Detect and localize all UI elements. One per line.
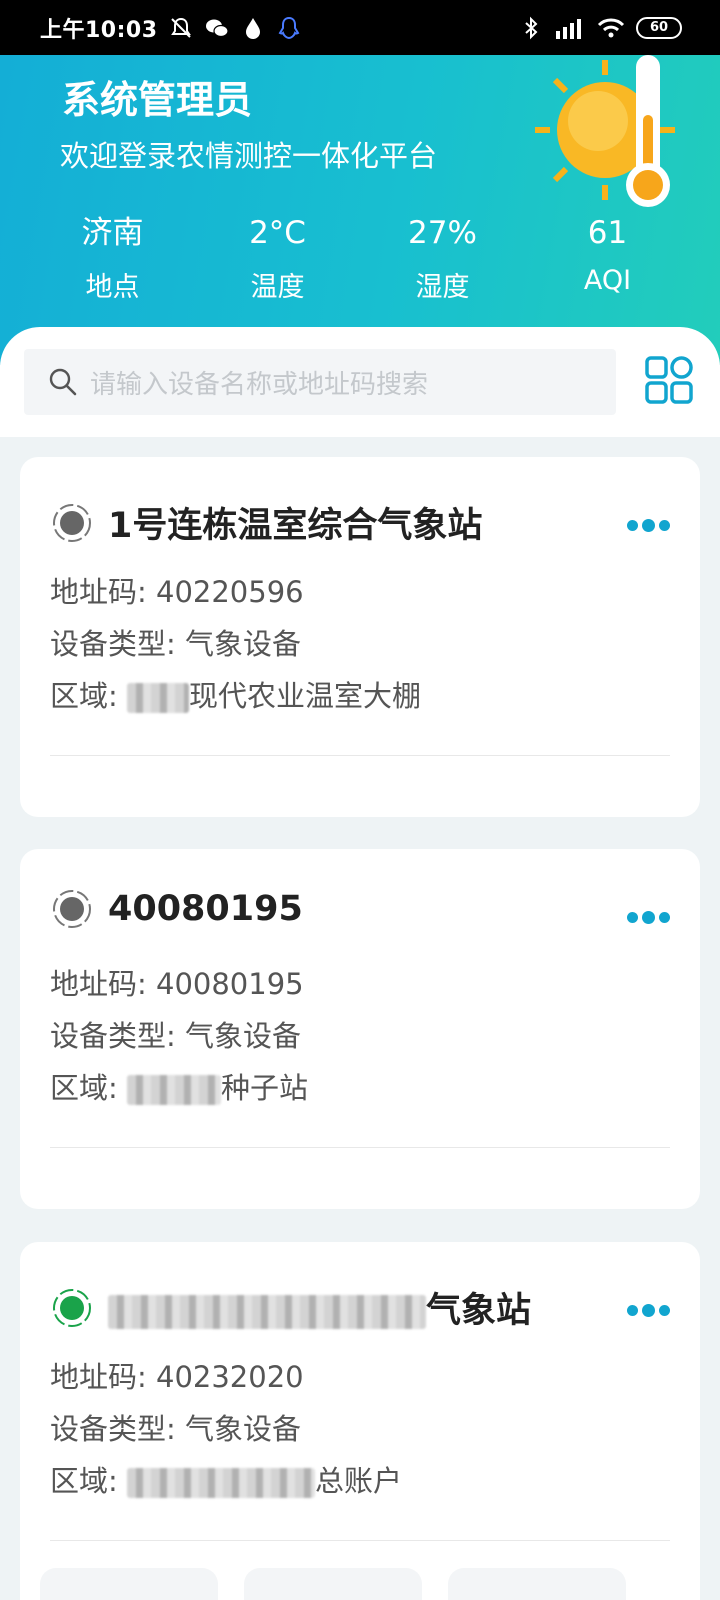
device-title-text: 气象站 (426, 1291, 532, 1331)
notifications-muted-icon (170, 17, 191, 38)
search-input[interactable]: 请输入设备名称或地址码搜索 (24, 349, 616, 415)
signal-icon (556, 18, 581, 39)
area-label: 区域: (50, 1071, 118, 1105)
stat-humidity: 27% 湿度 (360, 213, 525, 304)
wifi-icon (597, 18, 625, 37)
stat-temperature: 2°C 温度 (195, 213, 360, 304)
stat-label: AQI (583, 265, 632, 296)
stat-label: 温度 (250, 272, 305, 303)
user-name: 系统管理员 (62, 78, 253, 122)
device-type: 气象设备 (185, 1019, 302, 1053)
stat-value: 61 (587, 215, 628, 251)
redacted-text (127, 1468, 315, 1498)
qq-icon (278, 16, 299, 39)
device-card[interactable]: 1号连栋温室综合气象站 地址码: 40220596 设备类型: 气象设备 区域:… (20, 457, 700, 817)
card-action-button[interactable] (448, 1568, 626, 1600)
device-title: 气象站 (108, 1282, 531, 1333)
weather-stats: 济南 地点 2°C 温度 27% 湿度 61 AQI (30, 213, 690, 304)
stat-aqi: 61 AQI (525, 213, 690, 304)
device-area: 总账户 (315, 1464, 403, 1498)
address-label: 地址码: (50, 575, 147, 609)
device-type: 气象设备 (185, 1412, 302, 1446)
device-card[interactable]: 40080195 地址码: 40080195 设备类型: 气象设备 区域: 种子… (20, 849, 700, 1209)
card-action-button[interactable] (244, 1568, 422, 1600)
welcome-text: 欢迎登录农情测控一体化平台 (60, 139, 438, 173)
divider (50, 1540, 670, 1541)
device-title: 40080195 (108, 889, 303, 929)
device-address: 40220596 (156, 575, 304, 609)
water-drop-icon (245, 17, 260, 39)
more-options-icon[interactable] (627, 911, 670, 924)
status-online-icon (53, 1288, 91, 1327)
stat-label: 地点 (85, 272, 140, 303)
device-area: 种子站 (221, 1071, 309, 1105)
address-label: 地址码: (50, 1360, 147, 1394)
more-options-icon[interactable] (627, 1304, 670, 1317)
card-action-row (40, 1568, 626, 1600)
status-bar: 上午10:03 60 (0, 0, 720, 55)
wechat-icon (205, 19, 229, 37)
redacted-text (108, 1295, 426, 1329)
redacted-text (127, 683, 189, 713)
stat-value: 27% (408, 215, 477, 251)
area-label: 区域: (50, 1464, 118, 1498)
search-icon (49, 368, 77, 396)
stat-value: 济南 (81, 215, 144, 251)
search-bar-container: 请输入设备名称或地址码搜索 (0, 327, 720, 437)
device-address: 40232020 (156, 1360, 304, 1394)
device-type: 气象设备 (185, 627, 302, 661)
status-offline-icon (53, 890, 91, 928)
more-options-icon[interactable] (627, 519, 670, 532)
type-label: 设备类型: (50, 627, 176, 661)
status-offline-icon (53, 503, 91, 542)
header-banner: 系统管理员 欢迎登录农情测控一体化平台 济南 地点 2°C 温度 27% 湿度 … (0, 55, 720, 365)
divider (50, 755, 670, 756)
stat-label: 湿度 (415, 272, 470, 303)
area-label: 区域: (50, 679, 118, 713)
address-label: 地址码: (50, 967, 147, 1001)
stat-location: 济南 地点 (30, 213, 195, 304)
redacted-text (127, 1075, 221, 1105)
battery-indicator: 60 (636, 16, 682, 39)
bluetooth-icon (525, 16, 538, 39)
search-placeholder: 请输入设备名称或地址码搜索 (90, 369, 429, 400)
stat-value: 2°C (249, 215, 306, 251)
grid-view-icon[interactable] (644, 355, 694, 405)
device-address: 40080195 (156, 967, 304, 1001)
device-card[interactable]: 气象站 地址码: 40232020 设备类型: 气象设备 区域: 总账户 (20, 1242, 700, 1600)
type-label: 设备类型: (50, 1019, 176, 1053)
card-action-button[interactable] (40, 1568, 218, 1600)
status-time: 上午10:03 (40, 17, 158, 43)
divider (50, 1147, 670, 1148)
device-area: 现代农业温室大棚 (189, 679, 422, 713)
sun-thermometer-icon (535, 55, 675, 207)
type-label: 设备类型: (50, 1412, 176, 1446)
device-title: 1号连栋温室综合气象站 (108, 506, 483, 546)
